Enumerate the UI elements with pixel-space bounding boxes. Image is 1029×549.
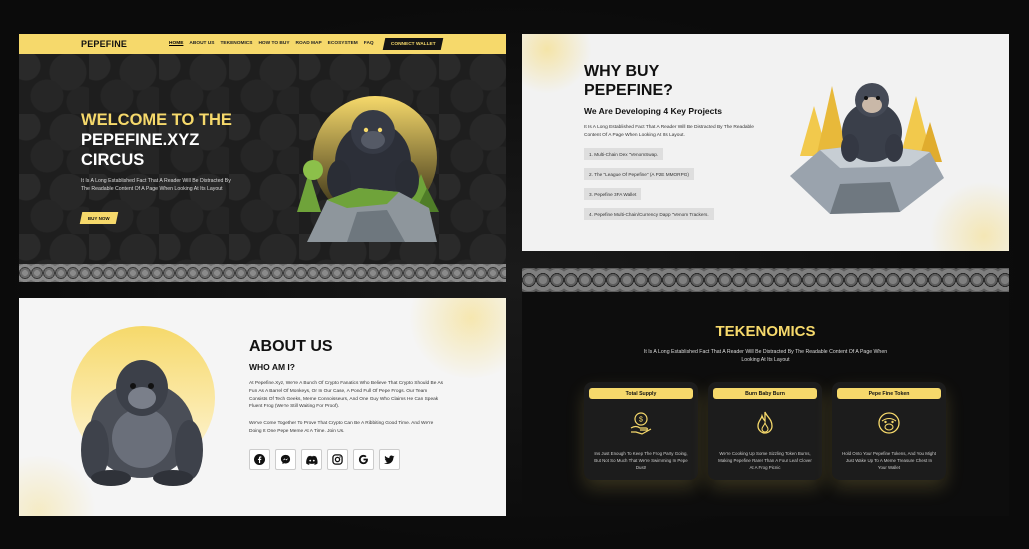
facebook-icon[interactable] <box>249 449 270 470</box>
why-title: WHY BUY PEPEFINE? <box>584 63 673 99</box>
hero-title: WELCOME TO THE PEPEFINE.XYZ CIRCUS <box>81 111 232 169</box>
about-paragraph: We've Come Together To Prove That Crypto… <box>249 421 434 434</box>
hero-description: It Is A Long Established Fact That A Rea… <box>81 178 231 192</box>
google-icon[interactable] <box>353 449 374 470</box>
why-description: It Is A Long Established Fact That A Rea… <box>584 125 754 138</box>
messenger-icon[interactable] <box>275 449 296 470</box>
why-subtitle: We Are Developing 4 Key Projects <box>584 106 722 116</box>
why-buy-section: WHY BUY PEPEFINE? We Are Developing 4 Ke… <box>522 34 1009 251</box>
about-paragraph: At Pepefine.Xyz, We're A Bunch Of Crypto… <box>249 381 444 410</box>
nav-faq[interactable]: FAQ <box>364 41 374 46</box>
site-logo[interactable]: PEPEFINE <box>81 39 127 49</box>
nav-tokenomics[interactable]: TEKENOMICS <box>220 41 252 46</box>
project-item: 4. Pepefine Multi-Chain/Currency Dapp "V… <box>584 208 714 220</box>
token-card-pepe-fine: Pepe Fine Token Hold Onto Your Pepefine … <box>832 382 946 480</box>
tokenomics-section: TEKENOMICS It Is A Long Established Fact… <box>522 268 1009 516</box>
card-text: Ins Just Enough To Keep The Frog Party G… <box>594 451 688 470</box>
about-title: ABOUT US <box>249 338 333 355</box>
yellow-glow <box>522 34 592 94</box>
nav-about[interactable]: ABOUT US <box>189 41 214 46</box>
about-section: ABOUT US WHO AM I? At Pepefine.Xyz, We'r… <box>19 298 506 516</box>
token-card-burn: Burn Baby Burn We're Cooking Up Some Siz… <box>708 382 822 480</box>
rock-divider <box>19 264 506 282</box>
project-item: 3. Pepefine 3FA Wallet <box>584 188 642 200</box>
monkey-on-rock-illustration <box>790 83 944 214</box>
card-header: Pepe Fine Token <box>837 388 941 399</box>
card-header: Burn Baby Burn <box>713 388 817 399</box>
token-card-total-supply: Total Supply $ Ins Just Enough To Keep T… <box>584 382 698 480</box>
connect-wallet-button[interactable]: CONNECT WALLET <box>382 38 444 50</box>
flame-icon <box>757 411 773 434</box>
project-item: 1. Multi-Chain Dex "VenomSwap. <box>584 148 664 160</box>
card-text: Hold Onto Your Pepefine Tokens, And You … <box>842 451 936 470</box>
buy-now-button[interactable]: BUY NOW <box>79 212 119 224</box>
social-links <box>249 449 400 470</box>
nav-ecosystem[interactable]: ECOSYSTEM <box>328 41 358 46</box>
discord-icon[interactable] <box>301 449 322 470</box>
tokenomics-title: TEKENOMICS <box>715 323 816 340</box>
hero-section: PEPEFINE HOME ABOUT US TEKENOMICS HOW TO… <box>19 34 506 282</box>
svg-text:$: $ <box>639 417 643 424</box>
yellow-glow <box>406 298 506 378</box>
gorilla-hero-illustration <box>297 96 439 242</box>
hand-coin-icon: $ <box>630 412 652 435</box>
tokenomics-description: It Is A Long Established Fact That A Rea… <box>643 349 888 363</box>
project-item: 2. The "League Of Pepefine" (A P2E MMORP… <box>584 168 694 180</box>
nav-links: HOME ABOUT US TEKENOMICS HOW TO BUY ROAD… <box>169 41 374 46</box>
rock-divider <box>522 268 1009 292</box>
twitter-icon[interactable] <box>379 449 400 470</box>
gorilla-face-icon <box>878 412 900 434</box>
who-am-i-heading: WHO AM I? <box>249 362 295 372</box>
nav-home[interactable]: HOME <box>169 41 183 46</box>
card-header: Total Supply <box>589 388 693 399</box>
card-text: We're Cooking Up Some Sizzling Token Bur… <box>718 451 812 470</box>
instagram-icon[interactable] <box>327 449 348 470</box>
nav-how-to-buy[interactable]: HOW TO BUY <box>258 41 289 46</box>
gorilla-about-illustration <box>81 360 203 486</box>
nav-roadmap[interactable]: ROAD MAP <box>296 41 322 46</box>
